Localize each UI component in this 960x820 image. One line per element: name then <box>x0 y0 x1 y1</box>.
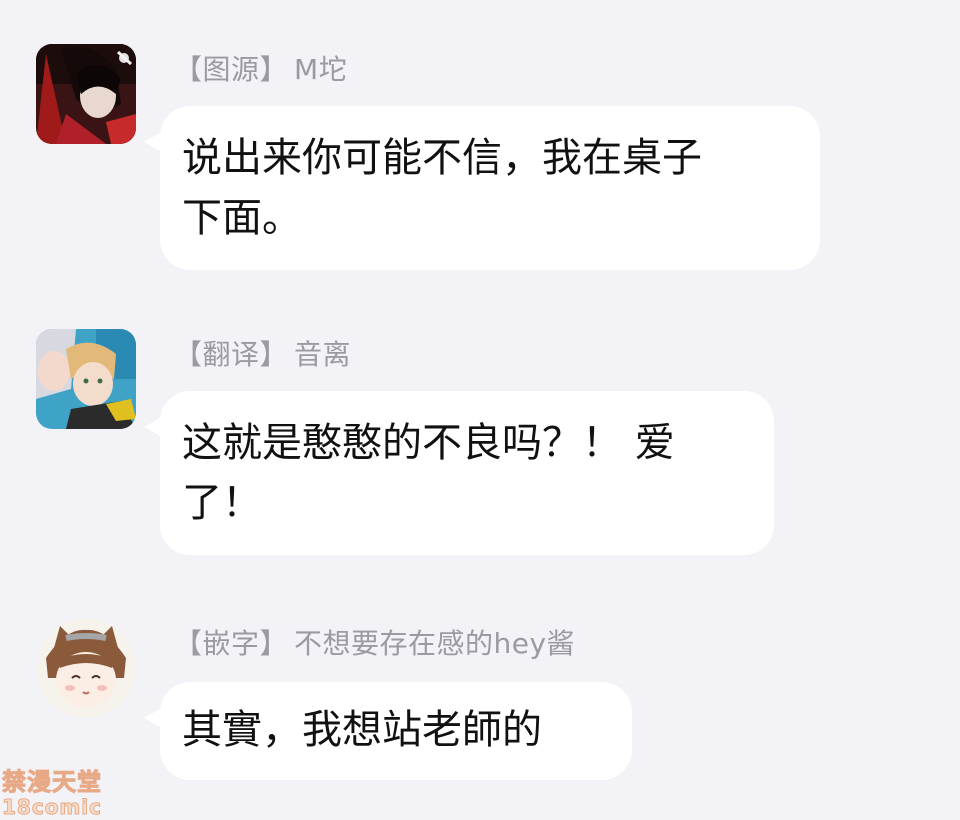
message-text-line: 其實，我想站老師的 <box>182 707 542 753</box>
sender-role-tag: 【翻译】 <box>174 338 289 371</box>
sender-name: 【图源】 M坨 <box>174 48 347 88</box>
watermark-subtitle: 18comic <box>2 795 102 819</box>
sender-name: 【翻译】 音离 <box>174 333 351 373</box>
sender-username: M坨 <box>294 53 348 86</box>
sender-role-tag: 【图源】 <box>174 53 289 86</box>
bubble-tail <box>144 132 162 152</box>
message-bubble[interactable]: 其實，我想站老師的 <box>144 682 632 780</box>
message-text-line: 这就是憨憨的不良吗？！ 爱 <box>182 420 675 466</box>
avatar[interactable] <box>36 329 136 429</box>
message-text-line: 了！ <box>182 480 262 526</box>
sender-role-tag: 【嵌字】 <box>174 627 289 660</box>
message-bubble[interactable]: 说出来你可能不信，我在桌子 下面。 <box>144 106 820 270</box>
sender-username: 音离 <box>294 338 352 371</box>
sender-name: 【嵌字】 不想要存在感的hey酱 <box>174 622 575 662</box>
chat-transcript: 【图源】 M坨 说出来你可能不信，我在桌子 下面。 【翻译】 音离 这就是憨憨的… <box>0 0 960 820</box>
bubble-tail <box>144 417 162 437</box>
message-bubble[interactable]: 这就是憨憨的不良吗？！ 爱 了！ <box>144 391 774 555</box>
avatar[interactable] <box>36 618 136 718</box>
message-text-line: 下面。 <box>182 195 302 241</box>
dark-red-character-avatar-icon <box>36 44 136 144</box>
watermark-title: 禁漫天堂 <box>2 768 102 797</box>
site-watermark: 禁漫天堂 18comic <box>2 768 114 819</box>
bubble-tail <box>144 708 162 728</box>
cat-ear-girl-avatar-icon <box>36 618 136 718</box>
avatar[interactable] <box>36 44 136 144</box>
two-boys-character-avatar-icon <box>36 329 136 429</box>
sender-username: 不想要存在感的hey酱 <box>294 627 576 660</box>
message-text-line: 说出来你可能不信，我在桌子 <box>182 135 702 181</box>
